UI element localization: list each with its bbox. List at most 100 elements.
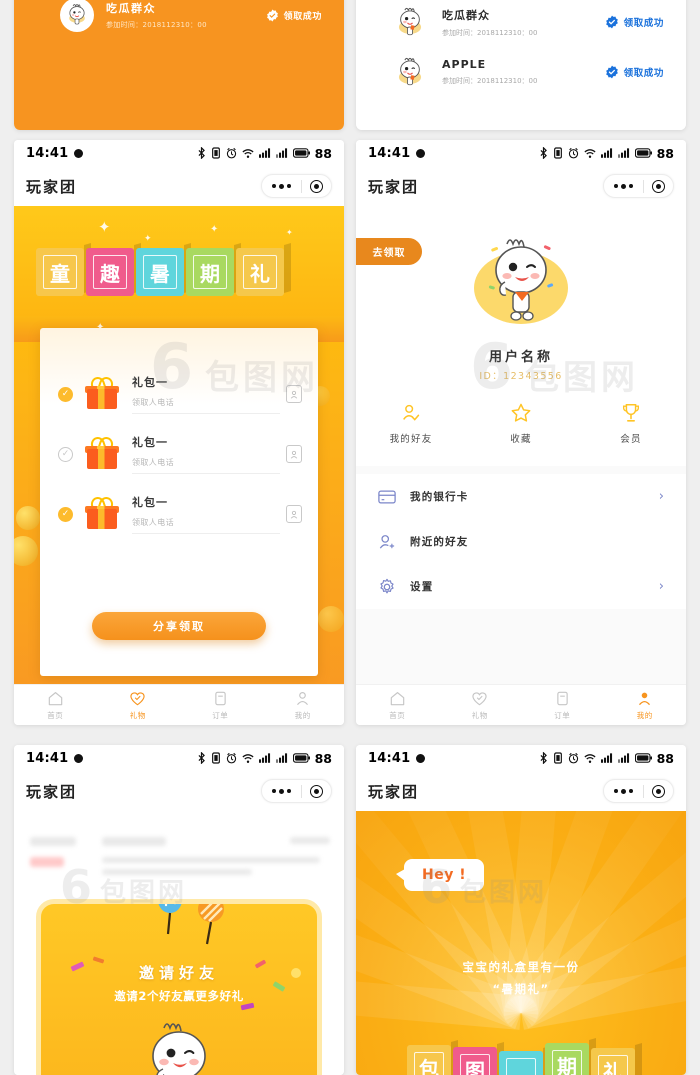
- hey-blocks: 包 图 期 礼: [407, 1043, 635, 1075]
- gift-item[interactable]: ✓ 礼包一 领取人电话: [58, 368, 302, 420]
- tab-home[interactable]: 首页: [356, 690, 439, 721]
- lollipop-blue-icon: [155, 904, 185, 940]
- gift-checkbox[interactable]: ✓: [58, 506, 73, 522]
- gift-box-icon: [85, 439, 119, 469]
- blurred-content: [290, 837, 330, 844]
- battery-icon: [292, 753, 310, 763]
- winner-nickname: APPLE: [442, 58, 487, 71]
- more-menu-button[interactable]: [262, 183, 301, 189]
- panel-gift-list: 14:41 88 玩家团 ✦ ✦ ✦ ✦ 童 趣 暑 期 礼 ✓ 礼包一 领取人…: [14, 140, 344, 725]
- friend-check-icon: [403, 404, 420, 421]
- hey-line-2: “暑期礼”: [492, 982, 550, 996]
- wifi-icon: [584, 148, 596, 158]
- banner-blocks: 童 趣 暑 期 礼: [36, 234, 284, 296]
- tab-gifts[interactable]: 礼物: [439, 690, 522, 721]
- trophy-icon: [622, 404, 640, 422]
- gift-phone-input[interactable]: 领取人电话: [132, 517, 280, 534]
- battery-level: 88: [314, 750, 332, 766]
- wifi-icon: [242, 753, 254, 763]
- wifi-icon: [242, 148, 254, 158]
- vibrate-icon: [553, 752, 562, 764]
- quick-action-favorites[interactable]: 收藏: [466, 402, 576, 445]
- hey-bubble: Hey !: [395, 859, 485, 891]
- lollipop-orange-icon: [195, 904, 227, 950]
- menu-item-nearby-friends[interactable]: 附近的好友: [356, 519, 686, 564]
- winner-row[interactable]: APPLE 参加时间：2018112310：00 领取成功: [390, 52, 664, 92]
- message-dot-icon: [74, 148, 84, 158]
- avatar: [60, 0, 94, 32]
- more-menu-button[interactable]: [604, 788, 643, 794]
- tab-orders[interactable]: 订单: [179, 690, 262, 721]
- hey-block: 包: [407, 1045, 451, 1075]
- menu-item-label: 设置: [410, 581, 434, 593]
- gift-phone-input[interactable]: 领取人电话: [132, 457, 280, 474]
- winner-row[interactable]: 吃瓜群众 参加时间：2018112310：00 领取成功: [390, 2, 664, 42]
- gift-card: ✓ 礼包一 领取人电话 ✓ 礼包一 领取人电话 ✓ 礼包一 领取人电话 分享领取: [40, 328, 318, 676]
- quick-action-vip[interactable]: 会员: [576, 402, 686, 445]
- claim-user-nickname: 吃瓜群众: [106, 2, 156, 15]
- tab-label: 订单: [554, 710, 571, 720]
- close-target-button[interactable]: [644, 179, 673, 193]
- bottom-tab-bar: 首页 礼物 订单 我的: [356, 684, 686, 725]
- gift-item-text: 礼包一 领取人电话: [132, 374, 280, 414]
- invite-card: 邀请好友 邀请2个好友赢更多好礼: [36, 899, 322, 1075]
- invite-title: 邀请好友: [138, 964, 219, 982]
- nav-bar: 玩家团: [14, 771, 344, 811]
- tab-label: 我的: [294, 710, 311, 720]
- order-icon: [215, 691, 226, 705]
- contact-book-icon[interactable]: [286, 505, 302, 523]
- panel-profile: 14:41 88 玩家团 去领取 用户名称 ID：12343556 我的好友 收…: [356, 140, 686, 725]
- menu-item-settings[interactable]: 设置 ›: [356, 564, 686, 609]
- user-icon: [639, 692, 651, 705]
- profile-body: 去领取 用户名称 ID：12343556 我的好友 收藏 会员 我的银行卡 › …: [356, 206, 686, 684]
- share-claim-button[interactable]: 分享领取: [92, 612, 266, 640]
- blurred-content: [30, 857, 64, 867]
- wechat-capsule: [603, 174, 674, 198]
- tab-home[interactable]: 首页: [14, 690, 97, 721]
- message-dot-icon: [416, 753, 426, 763]
- home-icon: [48, 691, 63, 705]
- banner-block: 礼: [236, 248, 284, 296]
- panel-hey-landing: 14:41 88 玩家团 Hey ! 宝宝的礼盒里有一份 “暑期礼” 包 图 期…: [356, 745, 686, 1075]
- profile-quick-actions: 我的好友 收藏 会员: [356, 402, 686, 445]
- gift-checkbox[interactable]: ✓: [58, 446, 73, 462]
- battery-icon: [634, 753, 652, 763]
- tab-profile[interactable]: 我的: [604, 690, 687, 721]
- quick-action-friends[interactable]: 我的好友: [356, 402, 466, 445]
- gift-phone-input[interactable]: 领取人电话: [132, 397, 280, 414]
- bank-card-icon: [378, 490, 396, 504]
- battery-icon: [634, 148, 652, 158]
- profile-header: 去领取 用户名称 ID：12343556 我的好友 收藏 会员: [356, 206, 686, 466]
- contact-book-icon[interactable]: [286, 385, 302, 403]
- tab-orders[interactable]: 订单: [521, 690, 604, 721]
- avatar: [390, 52, 430, 92]
- gift-item[interactable]: ✓ 礼包一 领取人电话: [58, 488, 302, 540]
- gift-item[interactable]: ✓ 礼包一 领取人电话: [58, 428, 302, 480]
- winner-text: APPLE 参加时间：2018112310：00: [442, 58, 537, 86]
- bluetooth-icon: [198, 147, 205, 159]
- gift-item-text: 礼包一 领取人电话: [132, 434, 280, 474]
- contact-book-icon[interactable]: [286, 445, 302, 463]
- alarm-icon: [568, 147, 578, 159]
- close-target-button[interactable]: [644, 784, 673, 798]
- close-target-button[interactable]: [302, 179, 331, 193]
- wechat-capsule: [261, 174, 332, 198]
- bluetooth-icon: [198, 752, 205, 764]
- chevron-right-icon: ›: [658, 489, 664, 504]
- more-menu-button[interactable]: [604, 183, 643, 189]
- hey-body: Hey ! 宝宝的礼盒里有一份 “暑期礼” 包 图 期 礼: [356, 811, 686, 1075]
- menu-item-bank-card[interactable]: 我的银行卡 ›: [356, 474, 686, 519]
- status-icons: 88: [197, 751, 332, 766]
- go-claim-button[interactable]: 去领取: [356, 238, 422, 265]
- status-bar: 14:41 88: [356, 140, 686, 166]
- blurred-content: [30, 837, 76, 846]
- tab-gifts[interactable]: 礼物: [97, 690, 180, 721]
- close-target-button[interactable]: [302, 784, 331, 798]
- tab-profile[interactable]: 我的: [262, 690, 345, 721]
- more-menu-button[interactable]: [262, 788, 301, 794]
- gift-box-icon: [85, 379, 119, 409]
- message-dot-icon: [74, 753, 84, 763]
- gift-checkbox[interactable]: ✓: [58, 386, 73, 402]
- status-bar: 14:41 88: [356, 745, 686, 771]
- verified-badge-icon: [605, 65, 618, 79]
